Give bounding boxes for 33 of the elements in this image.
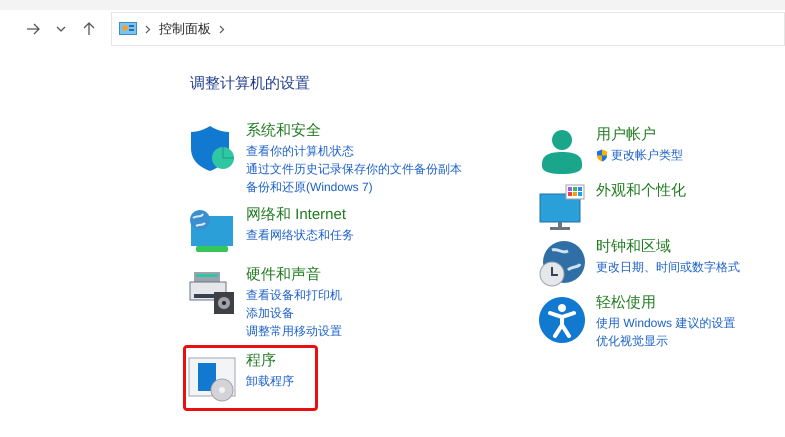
- task-link[interactable]: 添加设备: [246, 304, 294, 322]
- accessibility-icon: [538, 296, 586, 344]
- page-heading: 调整计算机的设置: [190, 74, 311, 94]
- category-title[interactable]: 外观和个性化: [596, 180, 686, 202]
- task-link[interactable]: 调整常用移动设置: [246, 322, 342, 340]
- up-arrow-icon[interactable]: [83, 22, 95, 36]
- globe-clock-icon: [538, 240, 586, 288]
- task-link[interactable]: 备份和还原(Windows 7): [246, 178, 373, 196]
- category-title[interactable]: 系统和安全: [246, 120, 462, 142]
- task-link[interactable]: 查看设备和打印机: [246, 286, 342, 304]
- task-link[interactable]: 查看网络状态和任务: [246, 226, 354, 244]
- task-link[interactable]: 更改帐户类型: [611, 146, 683, 164]
- task-link[interactable]: 卸载程序: [246, 372, 294, 390]
- chevron-right-icon: [145, 24, 151, 34]
- breadcrumb-item[interactable]: 控制面板: [159, 19, 211, 39]
- address-bar[interactable]: 控制面板: [111, 12, 785, 46]
- task-link[interactable]: 查看你的计算机状态: [246, 142, 354, 160]
- category-title[interactable]: 时钟和区域: [596, 236, 740, 258]
- category-title[interactable]: 轻松使用: [596, 292, 736, 314]
- chevron-down-icon[interactable]: [56, 26, 66, 32]
- chevron-right-icon: [219, 24, 225, 34]
- category-title[interactable]: 程序: [246, 350, 294, 372]
- category-title[interactable]: 硬件和声音: [246, 264, 342, 286]
- monitor-palette-icon: [538, 184, 586, 232]
- forward-arrow-icon[interactable]: [26, 23, 40, 35]
- task-link[interactable]: 优化视觉显示: [596, 332, 668, 350]
- task-link[interactable]: 更改日期、时间或数字格式: [596, 258, 740, 276]
- task-link[interactable]: 使用 Windows 建议的设置: [596, 314, 736, 332]
- category-title[interactable]: 用户帐户: [596, 124, 683, 146]
- category-title[interactable]: 网络和 Internet: [246, 204, 354, 226]
- task-link[interactable]: 通过文件历史记录保存你的文件备份副本: [246, 160, 462, 178]
- control-panel-icon: [119, 22, 137, 36]
- shield-icon: [188, 124, 236, 172]
